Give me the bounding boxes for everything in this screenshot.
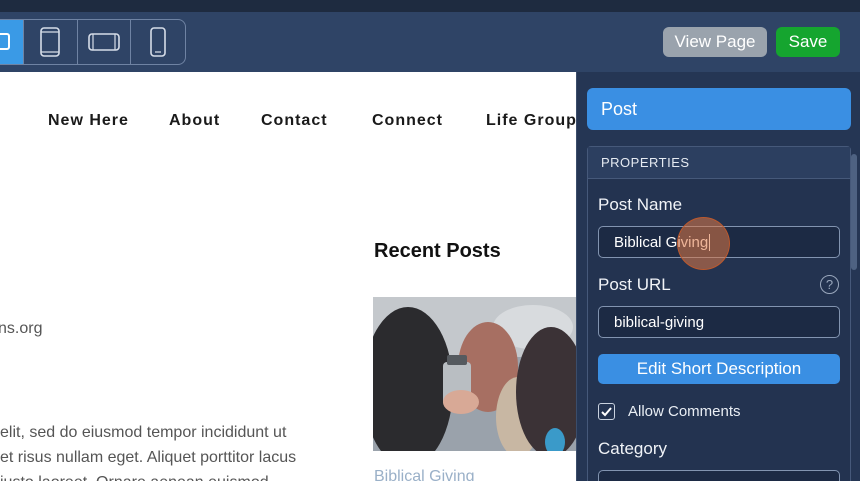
panel-scrollbar[interactable] <box>851 154 857 270</box>
site-preview: New Here About Contact Connect Life Grou… <box>0 72 576 481</box>
recent-posts-heading: Recent Posts <box>374 240 501 262</box>
desktop-icon <box>0 33 10 50</box>
mobile-icon <box>150 27 166 57</box>
save-button[interactable]: Save <box>776 27 840 57</box>
view-page-button[interactable]: View Page <box>663 27 767 57</box>
edit-short-description-button[interactable]: Edit Short Description <box>598 354 840 384</box>
post-url-input[interactable]: biblical-giving <box>598 306 840 338</box>
body-line: justo laoreet. Ornare aenean euismod <box>0 470 296 481</box>
device-desktop-button[interactable] <box>0 20 24 64</box>
device-mobile-button[interactable] <box>131 20 185 64</box>
post-thumbnail[interactable] <box>373 297 576 451</box>
nav-item-about[interactable]: About <box>169 112 220 130</box>
tablet-landscape-icon <box>88 33 120 51</box>
help-icon[interactable]: ? <box>820 275 839 294</box>
nav-item-contact[interactable]: Contact <box>261 112 328 130</box>
email-text: ns.org <box>0 320 43 337</box>
post-name-label: Post Name <box>598 195 683 214</box>
nav-item-new-here[interactable]: New Here <box>48 112 129 130</box>
top-strip <box>0 0 860 12</box>
panel-header[interactable]: Post <box>587 88 851 130</box>
body-text: elit, sed do eiusmod tempor incididunt u… <box>0 420 296 481</box>
device-tablet-portrait-button[interactable] <box>24 20 78 64</box>
tablet-portrait-icon <box>40 27 61 57</box>
post-title-link[interactable]: Biblical Giving <box>374 468 474 481</box>
properties-section: PROPERTIES Post Name Biblical Giving Pos… <box>587 146 851 481</box>
properties-panel: Post PROPERTIES Post Name Biblical Givin… <box>576 72 860 481</box>
device-switcher <box>0 19 186 65</box>
properties-title[interactable]: PROPERTIES <box>588 147 850 179</box>
category-select[interactable] <box>598 470 840 481</box>
allow-comments-label: Allow Comments <box>628 403 741 420</box>
allow-comments-row: Allow Comments <box>598 403 741 420</box>
post-thumbnail-image <box>373 297 576 451</box>
checkmark-icon <box>601 407 612 417</box>
click-indicator <box>677 217 730 270</box>
nav-item-connect[interactable]: Connect <box>372 112 443 130</box>
post-url-value: biblical-giving <box>614 313 705 331</box>
nav-item-life-groups[interactable]: Life Groups <box>486 112 576 130</box>
body-line: elit, sed do eiusmod tempor incididunt u… <box>0 424 287 441</box>
body-line: et risus nullam eget. Aliquet porttitor … <box>0 449 297 466</box>
post-url-label: Post URL <box>598 275 671 294</box>
category-label: Category <box>598 439 667 458</box>
device-tablet-landscape-button[interactable] <box>78 20 132 64</box>
editor-toolbar: View Page Save <box>0 12 860 72</box>
site-nav: New Here About Contact Connect Life Grou… <box>0 112 576 132</box>
allow-comments-checkbox[interactable] <box>598 403 615 420</box>
